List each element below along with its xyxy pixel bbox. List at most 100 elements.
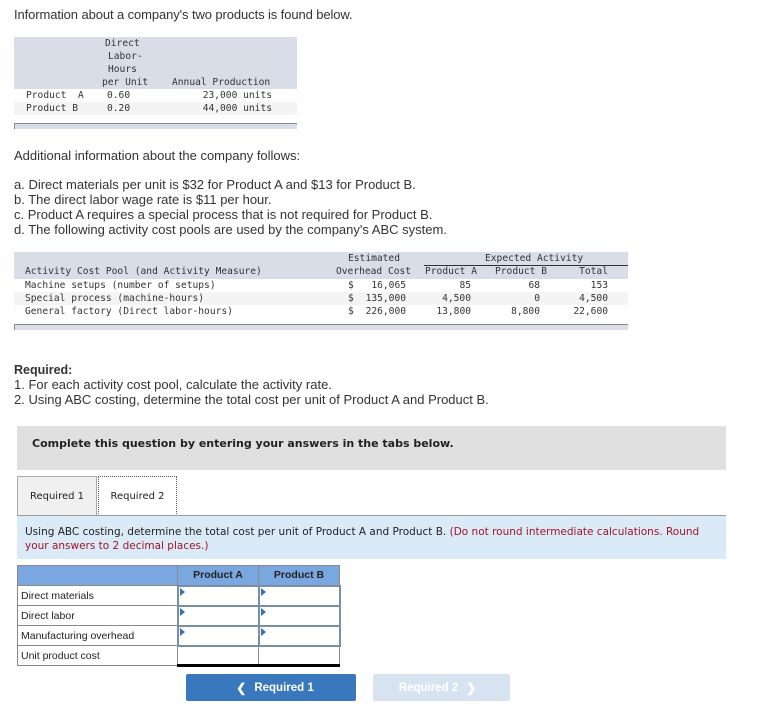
- table-footer-bar: [14, 324, 628, 330]
- overhead-cost: 16,065: [371, 280, 406, 291]
- unit-cost-b-input[interactable]: [262, 646, 336, 664]
- next-button-label: Required 2: [398, 681, 459, 694]
- answer-header-product-a: Product A: [177, 565, 259, 586]
- product-row: Product A 0.60 23,000 units: [14, 89, 297, 102]
- header-labor-line3: Hours: [108, 64, 137, 75]
- required-item: 2. Using ABC costing, determine the tota…: [14, 392, 489, 407]
- instruction-box: Using ABC costing, determine the total c…: [17, 516, 726, 559]
- answer-row-manufacturing-overhead: Manufacturing overhead: [17, 624, 341, 647]
- direct-labor-a-cell: [176, 604, 260, 627]
- additional-info-list: a. Direct materials per unit is $32 for …: [14, 177, 447, 237]
- prev-button[interactable]: ❮ Required 1: [186, 674, 356, 701]
- activity-table-header: Estimated Overhead Cost Expected Activit…: [14, 252, 628, 279]
- activity-b: 68: [528, 280, 540, 291]
- product-table-header: Direct Labor- Hours per Unit Annual Prod…: [14, 37, 297, 89]
- header-labor-line1: Direct: [105, 38, 140, 49]
- tab-required-1[interactable]: Required 1: [17, 476, 97, 516]
- dollar-sign: $: [348, 306, 354, 317]
- product-production: 23,000 units: [202, 90, 272, 101]
- product-name: Product B: [26, 103, 78, 114]
- answer-row-unit-product-cost: Unit product cost: [17, 645, 340, 667]
- direct-materials-b-input[interactable]: [259, 586, 339, 605]
- dollar-sign: $: [348, 280, 354, 291]
- activity-b: 0: [534, 293, 540, 304]
- table-footer-bar: [14, 123, 297, 129]
- activity-a: 4,500: [442, 293, 471, 304]
- direct-labor-a-input[interactable]: [178, 606, 258, 625]
- header-pool: Activity Cost Pool (and Activity Measure…: [25, 266, 262, 277]
- input-marker-icon: [179, 587, 185, 596]
- row-label: Unit product cost: [17, 645, 178, 666]
- row-label: Manufacturing overhead: [17, 625, 178, 646]
- input-marker-icon: [260, 627, 266, 636]
- activity-b: 8,800: [511, 306, 540, 317]
- unit-cost-b-cell: [258, 645, 340, 667]
- complete-banner-text: Complete this question by entering your …: [32, 437, 454, 450]
- additional-item: b. The direct labor wage rate is $11 per…: [14, 192, 272, 207]
- additional-item: a. Direct materials per unit is $32 for …: [14, 177, 416, 192]
- product-row: Product B 0.20 44,000 units: [14, 102, 297, 115]
- header-labor-line4: per Unit: [102, 77, 149, 88]
- answer-header-row: Product A Product B: [17, 565, 340, 586]
- header-product-b: Product B: [495, 266, 547, 277]
- answer-row-direct-labor: Direct labor: [17, 604, 341, 627]
- direct-labor-b-input[interactable]: [259, 606, 339, 625]
- answer-header-blank: [17, 565, 178, 586]
- chevron-right-icon: ❯: [466, 680, 477, 695]
- instruction-text: Using ABC costing, determine the total c…: [25, 526, 447, 538]
- required-title: Required:: [14, 363, 73, 377]
- product-name: Product A: [26, 90, 84, 101]
- overhead-cost: 226,000: [365, 306, 406, 317]
- answer-header-product-b: Product B: [258, 565, 340, 586]
- pool-name: Machine setups (number of setups): [25, 280, 216, 291]
- additional-info-title: Additional information about the company…: [14, 148, 301, 163]
- activity-row: Machine setups (number of setups) $ 16,0…: [14, 279, 628, 292]
- activity-total: 22,600: [573, 306, 608, 317]
- next-button[interactable]: Required 2 ❯: [373, 674, 510, 701]
- prev-button-label: Required 1: [254, 681, 314, 694]
- product-production: 44,000 units: [202, 103, 272, 114]
- chevron-left-icon: ❮: [236, 680, 247, 695]
- overhead-b-input[interactable]: [259, 626, 339, 645]
- overhead-cost: 135,000: [365, 293, 406, 304]
- input-marker-icon: [179, 607, 185, 616]
- answer-table: Product A Product B Direct materials Dir…: [17, 565, 341, 667]
- header-estimated: Estimated: [348, 253, 400, 264]
- input-marker-icon: [179, 627, 185, 636]
- intro-text: Information about a company's two produc…: [14, 7, 353, 22]
- header-annual-production: Annual Production: [172, 77, 271, 88]
- additional-item: c. Product A requires a special process …: [14, 207, 433, 222]
- header-expected-activity: Expected Activity: [485, 253, 584, 264]
- unit-cost-a-input[interactable]: [181, 646, 255, 664]
- tab-required-2[interactable]: Required 2: [98, 476, 177, 516]
- overhead-a-input[interactable]: [178, 626, 258, 645]
- pool-name: General factory (Direct labor-hours): [25, 306, 233, 317]
- complete-banner: Complete this question by entering your …: [17, 426, 726, 470]
- direct-materials-b-cell: [257, 584, 341, 607]
- unit-cost-a-cell: [177, 645, 259, 667]
- header-overhead-cost: Overhead Cost: [336, 266, 412, 277]
- direct-materials-a-cell: [176, 584, 260, 607]
- direct-labor-b-cell: [257, 604, 341, 627]
- additional-item: d. The following activity cost pools are…: [14, 222, 447, 237]
- activity-a: 85: [459, 280, 471, 291]
- activity-a: 13,800: [436, 306, 471, 317]
- activity-total: 4,500: [579, 293, 608, 304]
- product-hours: 0.20: [107, 103, 131, 114]
- header-product-a: Product A: [425, 266, 477, 277]
- header-total: Total: [579, 266, 608, 277]
- input-marker-icon: [260, 607, 266, 616]
- pool-name: Special process (machine-hours): [25, 293, 205, 304]
- dollar-sign: $: [348, 293, 354, 304]
- direct-materials-a-input[interactable]: [178, 586, 258, 605]
- required-list: 1. For each activity cost pool, calculat…: [14, 377, 489, 407]
- row-label: Direct materials: [17, 585, 178, 606]
- activity-total: 153: [590, 280, 608, 291]
- activity-row: General factory (Direct labor-hours) $ 2…: [14, 305, 628, 318]
- answer-row-direct-materials: Direct materials: [17, 584, 341, 607]
- activity-cost-table: Estimated Overhead Cost Expected Activit…: [14, 252, 628, 330]
- product-hours: 0.60: [107, 90, 131, 101]
- row-label: Direct labor: [17, 605, 178, 626]
- product-info-table: Direct Labor- Hours per Unit Annual Prod…: [14, 37, 297, 129]
- header-labor-line2: Labor-: [108, 51, 143, 62]
